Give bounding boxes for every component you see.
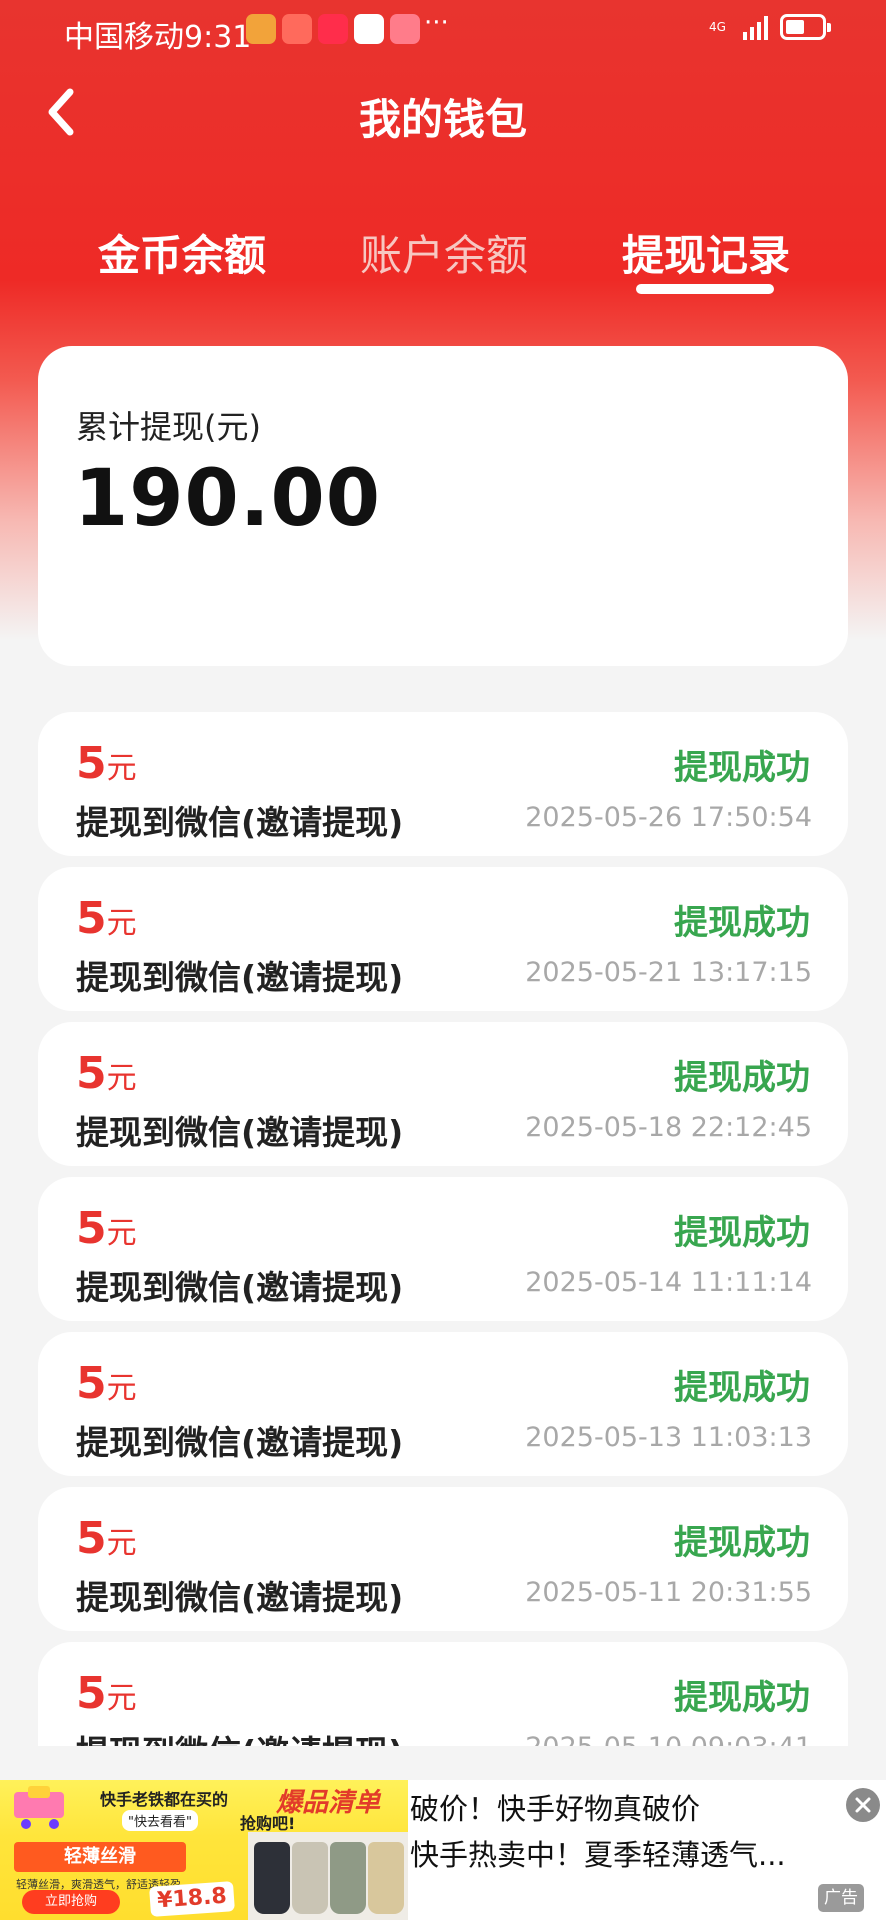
record-time: 2025-05-13 11:03:13 <box>525 1422 812 1453</box>
record-status: 提现成功 <box>674 903 810 943</box>
record-amount: 5元 <box>76 1513 137 1564</box>
ad-image[interactable]: 快手老铁都在买的 爆品清单 "快去看看" 抢购吧! 轻薄丝滑 轻薄丝滑，爽滑透气… <box>0 1780 408 1920</box>
record-status: 提现成功 <box>674 1368 810 1408</box>
record-status: 提现成功 <box>674 1678 810 1718</box>
total-withdraw-card: 累计提现(元) 190.00 <box>38 346 848 666</box>
record-item[interactable]: 5元 提现成功 提现到微信(邀请提现) 2025-05-26 17:50:54 <box>38 712 848 856</box>
app-notification-icon <box>246 14 276 44</box>
record-description: 提现到微信(邀请提现) <box>76 803 404 842</box>
app-notification-icon <box>390 14 420 44</box>
record-amount: 5元 <box>76 1358 137 1409</box>
ad-feature-pill: 轻薄丝滑 <box>14 1842 186 1872</box>
record-amount: 5元 <box>76 1668 137 1719</box>
withdraw-record-list[interactable]: 5元 提现成功 提现到微信(邀请提现) 2025-05-26 17:50:54 … <box>0 712 886 1746</box>
notification-icons <box>246 14 420 44</box>
ad-product-image <box>248 1832 408 1920</box>
network-type: 4G <box>709 20 726 34</box>
ad-title[interactable]: 破价！快手好物真破价 <box>410 1786 700 1828</box>
record-description: 提现到微信(邀请提现) <box>76 1268 404 1307</box>
page-title: 我的钱包 <box>358 95 527 144</box>
ad-price-tag: ¥18.8 <box>149 1881 235 1917</box>
record-item[interactable]: 5元 提现成功 提现到微信(邀请提现) 2025-05-18 22:12:45 <box>38 1022 848 1166</box>
battery-icon <box>780 14 831 40</box>
total-withdraw-label: 累计提现(元) <box>76 408 261 446</box>
record-item[interactable]: 5元 提现成功 提现到微信(邀请提现) 2025-05-21 13:17:15 <box>38 867 848 1011</box>
record-amount: 5元 <box>76 1203 137 1254</box>
active-tab-indicator <box>636 284 774 294</box>
tab-withdraw-records[interactable]: 提现记录 <box>622 222 790 283</box>
record-status: 提现成功 <box>674 1523 810 1563</box>
more-notifications-icon: ··· <box>424 8 449 38</box>
record-amount: 5元 <box>76 738 137 789</box>
tab-account-balance[interactable]: 账户余额 <box>360 222 528 283</box>
record-item[interactable]: 5元 提现成功 提现到微信(邀请提现) 2025-05-10 09:03:41 <box>38 1642 848 1746</box>
app-notification-icon <box>282 14 312 44</box>
ad-label: 广告 <box>818 1884 864 1912</box>
ad-banner[interactable]: 快手老铁都在买的 爆品清单 "快去看看" 抢购吧! 轻薄丝滑 轻薄丝滑，爽滑透气… <box>0 1780 886 1920</box>
record-item[interactable]: 5元 提现成功 提现到微信(邀请提现) 2025-05-13 11:03:13 <box>38 1332 848 1476</box>
record-description: 提现到微信(邀请提现) <box>76 1113 404 1152</box>
record-time: 2025-05-14 11:11:14 <box>525 1267 812 1298</box>
ad-grab-text: 抢购吧! <box>240 1814 296 1833</box>
record-amount: 5元 <box>76 1048 137 1099</box>
ad-buy-button[interactable]: 立即抢购 <box>22 1890 120 1914</box>
record-time: 2025-05-10 09:03:41 <box>525 1732 812 1746</box>
carrier-time: 中国移动9:31 <box>64 20 252 55</box>
status-bar: 中国移动9:31 ··· 4G <box>0 0 886 60</box>
record-description: 提现到微信(邀请提现) <box>76 958 404 997</box>
record-description: 提现到微信(邀请提现) <box>76 1726 403 1746</box>
ad-sub-text: "快去看看" <box>122 1810 198 1831</box>
close-icon <box>855 1797 871 1813</box>
record-time: 2025-05-18 22:12:45 <box>525 1112 812 1143</box>
record-item[interactable]: 5元 提现成功 提现到微信(邀请提现) 2025-05-14 11:11:14 <box>38 1177 848 1321</box>
ad-headline: 快手老铁都在买的 <box>100 1790 229 1809</box>
record-item[interactable]: 5元 提现成功 提现到微信(邀请提现) 2025-05-11 20:31:55 <box>38 1487 848 1631</box>
record-time: 2025-05-26 17:50:54 <box>525 802 812 833</box>
shopping-cart-icon <box>14 1786 64 1829</box>
record-time: 2025-05-11 20:31:55 <box>525 1577 812 1608</box>
record-status: 提现成功 <box>674 1058 810 1098</box>
app-notification-icon <box>354 14 384 44</box>
record-time: 2025-05-21 13:17:15 <box>525 957 812 988</box>
app-notification-icon <box>318 14 348 44</box>
ad-description[interactable]: 快手热卖中！夏季轻薄透气... <box>410 1832 786 1874</box>
record-amount: 5元 <box>76 893 137 944</box>
record-description: 提现到微信(邀请提现) <box>76 1423 404 1462</box>
ad-close-button[interactable] <box>846 1788 880 1822</box>
record-status: 提现成功 <box>674 1213 810 1253</box>
record-status: 提现成功 <box>674 748 810 788</box>
tab-coin-balance[interactable]: 金币余额 <box>98 222 266 283</box>
record-description: 提现到微信(邀请提现) <box>76 1578 404 1617</box>
total-withdraw-amount: 190.00 <box>74 454 381 544</box>
signal-icon <box>743 14 768 40</box>
